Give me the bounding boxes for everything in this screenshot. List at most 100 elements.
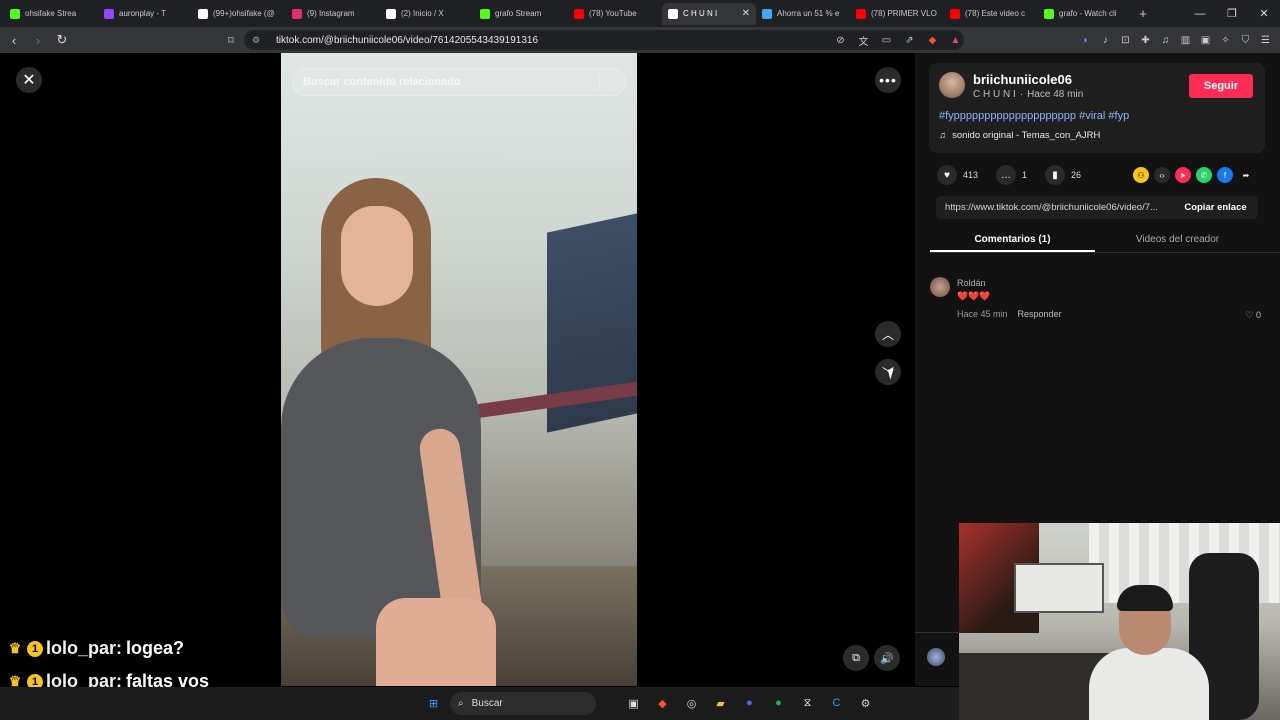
media-control-icon[interactable]: ♫ bbox=[1157, 30, 1174, 50]
search-icon[interactable]: ⌕ bbox=[608, 75, 615, 90]
vpn-shield-icon[interactable]: ⛉ bbox=[1237, 30, 1254, 50]
forward-icon[interactable]: › bbox=[28, 30, 48, 50]
comment-count: 1 bbox=[1022, 170, 1028, 180]
save-button[interactable]: ▮ 26 bbox=[1045, 165, 1081, 185]
video-player[interactable] bbox=[281, 53, 637, 686]
leo-ai-icon[interactable]: ◗ bbox=[1077, 30, 1094, 50]
task-view-icon[interactable]: ▣ bbox=[623, 692, 644, 714]
related-search-box[interactable]: ⌕ bbox=[292, 68, 626, 96]
site-info-icon[interactable]: ⚙ bbox=[252, 35, 262, 45]
video-caption[interactable]: #fypppppppppppppppppppp #viral #fyp bbox=[939, 110, 1129, 122]
reload-icon[interactable]: ↻ bbox=[52, 30, 72, 50]
screenshot-icon[interactable]: ⊡ bbox=[1117, 30, 1134, 50]
related-search-input[interactable] bbox=[303, 76, 592, 88]
tab-label: grafo - Watch cli bbox=[1059, 9, 1117, 18]
back-icon[interactable]: ‹ bbox=[4, 30, 24, 50]
author-nickname: C H U N I bbox=[973, 89, 1016, 100]
author-username[interactable]: briichuniicole06 bbox=[973, 72, 1072, 87]
browser-tab[interactable]: (78) PRIMER VLO bbox=[850, 3, 944, 25]
new-tab-button[interactable]: + bbox=[1132, 3, 1154, 25]
browser-tab[interactable]: auronplay - T bbox=[98, 3, 192, 25]
minimize-icon[interactable]: — bbox=[1184, 0, 1216, 27]
windows-start-icon[interactable]: ⊞ bbox=[423, 692, 444, 714]
like-count: 413 bbox=[963, 170, 979, 180]
cast-icon[interactable]: ▭ bbox=[878, 30, 895, 50]
steam-icon[interactable]: ⚙ bbox=[855, 692, 876, 714]
bookmark-icon: ▮ bbox=[1045, 165, 1066, 185]
send-icon[interactable]: ➤ bbox=[1175, 167, 1191, 183]
whatsapp-icon[interactable]: ✆ bbox=[1196, 167, 1212, 183]
heart-outline-icon: ♡ bbox=[1245, 310, 1254, 320]
brave-rewards-icon[interactable]: ▲ bbox=[947, 30, 964, 50]
comment-like-button[interactable]: ♡ 0 bbox=[1245, 310, 1261, 321]
sound-link[interactable]: ♫ sonido original - Temas_con_AJRH bbox=[939, 130, 1100, 141]
taskbar-search[interactable]: ⌕ Buscar bbox=[450, 692, 596, 715]
reply-button[interactable]: Responder bbox=[1018, 309, 1062, 319]
tab-creator-videos[interactable]: Videos del creador bbox=[1095, 229, 1260, 252]
discord-icon[interactable]: ● bbox=[739, 692, 760, 714]
maximize-icon[interactable]: ❐ bbox=[1216, 0, 1248, 27]
brave-shield-icon[interactable]: ◆ bbox=[924, 30, 941, 50]
wallet-icon[interactable]: ▣ bbox=[1197, 30, 1214, 50]
like-button[interactable]: ♥ 413 bbox=[937, 165, 978, 185]
facebook-icon[interactable]: f bbox=[1217, 167, 1233, 183]
audio-playing-icon[interactable]: ♪ bbox=[1097, 30, 1114, 50]
author-avatar[interactable] bbox=[939, 72, 965, 98]
translate-icon[interactable]: 文 bbox=[855, 30, 872, 50]
chat-username: lolo_par: bbox=[46, 638, 123, 658]
tab-label: ohsifake Strea bbox=[25, 9, 77, 18]
menu-icon[interactable]: ☰ bbox=[1257, 30, 1274, 50]
tab-label: C H U N I bbox=[683, 9, 718, 18]
comment-text: ❤️❤️❤️ bbox=[957, 291, 991, 301]
no-media-icon[interactable]: ⊘ bbox=[832, 30, 849, 50]
file-explorer-icon[interactable]: ▰ bbox=[710, 692, 731, 714]
more-options-button[interactable]: ••• bbox=[875, 67, 901, 93]
tab-close-icon[interactable]: ✕ bbox=[742, 8, 750, 19]
tab-favicon-icon bbox=[292, 8, 302, 19]
browser-tab[interactable]: grafo Stream bbox=[474, 3, 568, 25]
share-link-url[interactable]: https://www.tiktok.com/@briichuniicole06… bbox=[936, 202, 1173, 213]
brave-browser-icon[interactable]: ◆ bbox=[652, 692, 673, 714]
spotify-icon[interactable]: ● bbox=[768, 692, 789, 714]
browser-tab[interactable]: (78) Este video c bbox=[944, 3, 1038, 25]
extensions-icon[interactable]: ✚ bbox=[1137, 30, 1154, 50]
sparkle-icon[interactable]: ✧ bbox=[1217, 30, 1234, 50]
commenter-avatar[interactable] bbox=[930, 277, 950, 297]
browser-tab[interactable]: (78) YouTube bbox=[568, 3, 662, 25]
ccleaner-icon[interactable]: C bbox=[826, 692, 847, 714]
chat-line: ♛ 1 lolo_par: logea? bbox=[6, 632, 306, 665]
commenter-name[interactable]: Roldán bbox=[957, 278, 986, 288]
embed-icon[interactable]: ‹› bbox=[1154, 167, 1170, 183]
browser-tab[interactable]: C H U N I ✕ bbox=[662, 2, 756, 25]
tab-favicon-icon bbox=[104, 8, 114, 19]
close-video-button[interactable]: ✕ bbox=[16, 67, 42, 93]
comment-button[interactable]: … 1 bbox=[996, 165, 1027, 185]
share-arrow-icon[interactable]: ➦ bbox=[1238, 167, 1254, 183]
current-user-avatar[interactable] bbox=[927, 648, 945, 666]
browser-tab[interactable]: Ahorra un 51 % e bbox=[756, 3, 850, 25]
author-meta: C H U N I · Hace 48 min bbox=[973, 89, 1083, 100]
share-icons: ⚇ ‹› ➤ ✆ f ➦ bbox=[1133, 167, 1254, 183]
share-page-icon[interactable]: ⇗ bbox=[901, 30, 918, 50]
chrome-icon[interactable]: ◎ bbox=[681, 692, 702, 714]
mini-player-icon[interactable]: ⧉ bbox=[843, 645, 869, 671]
browser-tab[interactable]: (2) Inicio / X bbox=[380, 3, 474, 25]
copy-link-button[interactable]: Copiar enlace bbox=[1173, 202, 1258, 213]
browser-tab[interactable]: grafo - Watch cli bbox=[1038, 3, 1132, 25]
subject-leg bbox=[376, 598, 496, 686]
tab-favicon-icon bbox=[386, 8, 396, 19]
tab-comments[interactable]: Comentarios (1) bbox=[930, 229, 1095, 252]
previous-video-button[interactable]: ︿ bbox=[875, 321, 901, 347]
close-window-icon[interactable]: ✕ bbox=[1248, 0, 1280, 27]
comment-time: Hace 45 min bbox=[957, 309, 1008, 319]
browser-tab[interactable]: (99+)ohsifake (@ bbox=[192, 3, 286, 25]
volume-icon[interactable]: 🔊 bbox=[874, 645, 900, 671]
browser-tab[interactable]: (9) Instagram bbox=[286, 3, 380, 25]
follow-button[interactable]: Seguir bbox=[1189, 74, 1253, 98]
sidebar-toggle-icon[interactable]: ▥ bbox=[1177, 30, 1194, 50]
bookmark-icon[interactable]: ⌑ bbox=[222, 30, 240, 50]
friends-share-icon[interactable]: ⚇ bbox=[1133, 167, 1149, 183]
capcut-icon[interactable]: ⧖ bbox=[797, 692, 818, 714]
browser-tab[interactable]: ohsifake Strea bbox=[4, 3, 98, 25]
tab-favicon-icon bbox=[950, 8, 960, 19]
